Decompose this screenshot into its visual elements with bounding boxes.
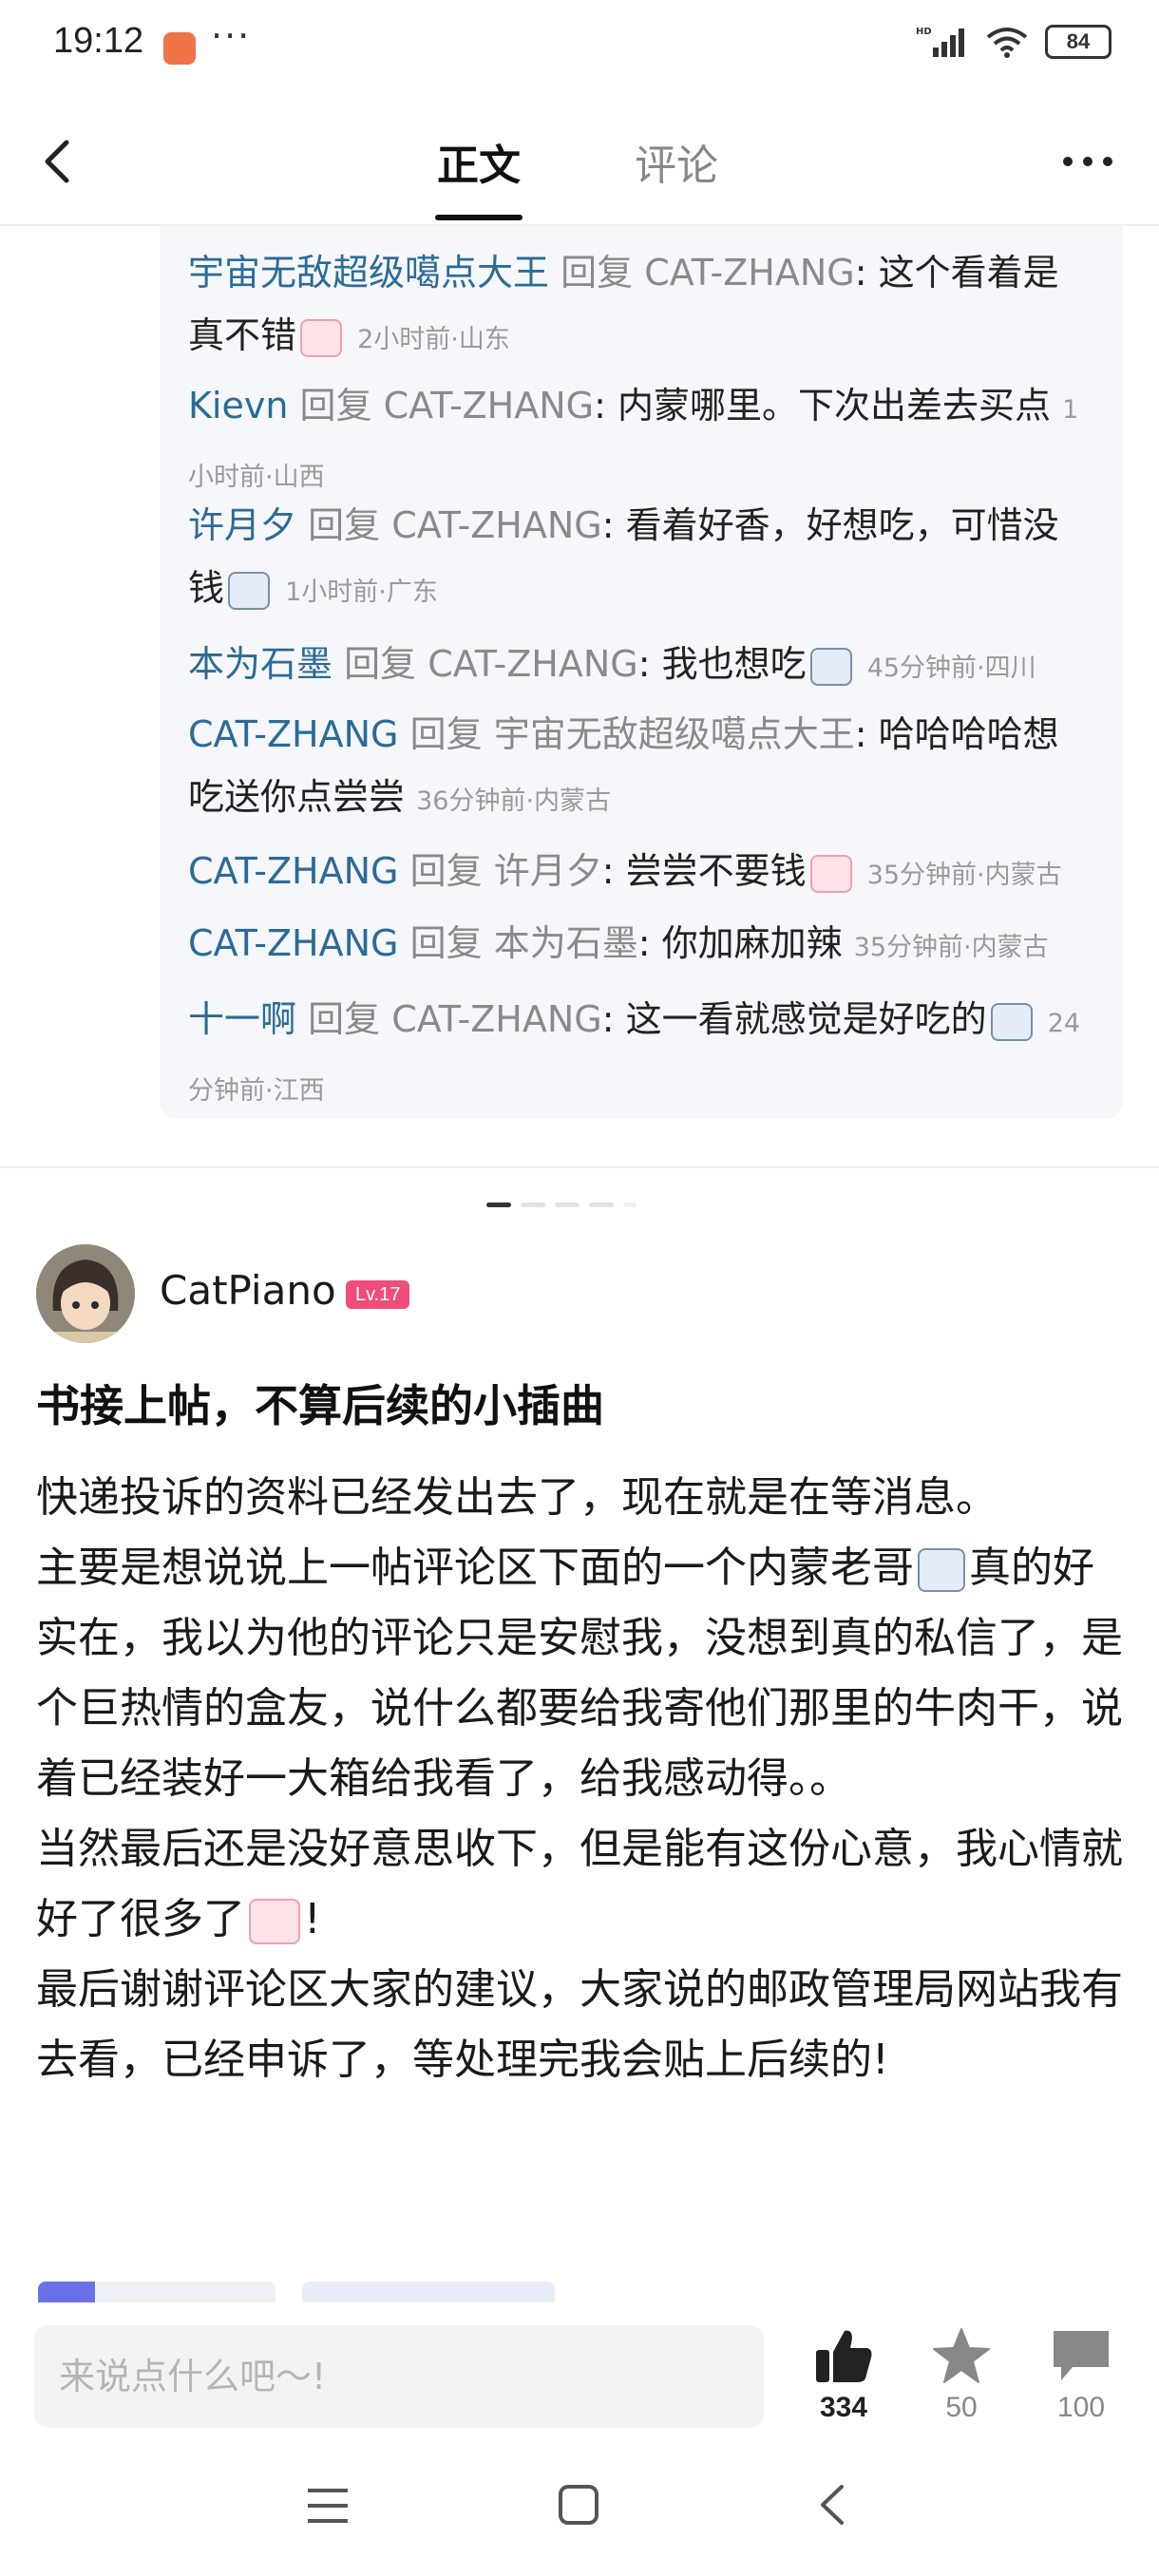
- reply-target[interactable]: 许月夕: [494, 850, 602, 892]
- reply-text: : 尝尝不要钱: [601, 850, 807, 892]
- reply-user[interactable]: CAT-ZHANG: [188, 850, 399, 892]
- reply-text: : 我也想吃: [637, 643, 807, 685]
- reply-item[interactable]: 十一啊 回复 CAT-ZHANG: 这一看就感觉是好吃的 24分钟前·江西: [188, 988, 1091, 1123]
- like-button[interactable]: 334: [796, 2325, 891, 2424]
- reply-word: 回复: [560, 252, 634, 294]
- home-icon[interactable]: [557, 2483, 600, 2527]
- svg-text:HD: HD: [916, 27, 932, 37]
- reply-target[interactable]: 宇宙无敌超级噶点大王: [494, 713, 855, 755]
- menu-icon[interactable]: [304, 2485, 352, 2527]
- reply-item[interactable]: 本为石墨 回复 CAT-ZHANG: 我也想吃 45分钟前·四川: [188, 633, 1091, 700]
- carousel-dot-active: [486, 1203, 511, 1207]
- reply-meta: 1小时前·广东: [285, 578, 438, 607]
- star-icon: [933, 2328, 990, 2383]
- reply-text: : 你加麻加辣: [637, 922, 843, 964]
- reply-target[interactable]: CAT-ZHANG: [384, 385, 595, 426]
- system-back-icon[interactable]: [813, 2481, 851, 2529]
- reply-meta: 35分钟前·内蒙古: [853, 933, 1049, 962]
- reply-item[interactable]: Kievn 回复 CAT-ZHANG: 内蒙哪里。下次出差去买点 1小时前·山西: [188, 374, 1091, 509]
- comment-input[interactable]: 来说点什么吧～!: [34, 2325, 764, 2428]
- app-notification-icon: [163, 32, 196, 65]
- like-count: 334: [819, 2392, 868, 2423]
- carousel-dot: [555, 1203, 580, 1207]
- reply-meta: 35分钟前·内蒙古: [866, 861, 1062, 890]
- section-divider: [0, 1166, 1159, 1168]
- reply-item[interactable]: CAT-ZHANG 回复 本为石墨: 你加麻加辣 35分钟前·内蒙古: [188, 912, 1091, 979]
- reply-target[interactable]: CAT-ZHANG: [428, 643, 638, 685]
- thumbs-up-icon: [816, 2330, 872, 2382]
- reply-user[interactable]: 宇宙无敌超级噶点大王: [188, 252, 549, 294]
- comment-count: 100: [1056, 2392, 1106, 2423]
- reply-target[interactable]: CAT-ZHANG: [391, 504, 602, 546]
- emoji-sticker-icon: [918, 1548, 965, 1592]
- tab-main-text[interactable]: 正文: [437, 131, 521, 192]
- post-title: 书接上帖，不算后续的小插曲: [36, 1380, 604, 1431]
- reply-item[interactable]: CAT-ZHANG 回复 许月夕: 尝尝不要钱 35分钟前·内蒙古: [188, 840, 1091, 907]
- reply-user[interactable]: CAT-ZHANG: [188, 922, 399, 964]
- reply-target[interactable]: 本为石墨: [494, 922, 638, 964]
- tab-active-indicator: [435, 215, 522, 220]
- reply-word: 回复: [409, 850, 483, 892]
- reply-target[interactable]: CAT-ZHANG: [391, 998, 602, 1040]
- signal-icon: HD: [916, 27, 964, 57]
- reply-word: 回复: [308, 504, 381, 546]
- tab-comments[interactable]: 评论: [635, 131, 718, 192]
- reply-meta: 36分钟前·内蒙古: [416, 786, 612, 816]
- post-paragraph: 快递投诉的资料已经发出去了，现在就是在等消息。: [36, 1473, 998, 1522]
- reply-item[interactable]: CAT-ZHANG 回复 宇宙无敌超级噶点大王: 哈哈哈哈想吃送你点尝尝 36分…: [188, 703, 1091, 833]
- favorite-count: 50: [945, 2392, 978, 2423]
- emoji-sticker-icon: [809, 647, 852, 686]
- post-paragraph: 当然最后还是没好意思收下，但是能有这份心意，我心情就好了很多了: [36, 1825, 1123, 1943]
- reply-user[interactable]: 十一啊: [188, 998, 296, 1040]
- reply-text: : 内蒙哪里。下次出差去买点: [594, 385, 1052, 426]
- reply-target[interactable]: CAT-ZHANG: [644, 252, 855, 294]
- reply-meta: 45分钟前·四川: [866, 653, 1036, 683]
- emoji-sticker-icon: [300, 318, 343, 357]
- carousel-dot: [623, 1203, 636, 1207]
- author-avatar[interactable]: [36, 1244, 135, 1343]
- battery-indicator: 84: [1045, 25, 1112, 59]
- emoji-sticker-icon: [228, 571, 271, 610]
- reply-item[interactable]: 许月夕 回复 CAT-ZHANG: 看着好香，好想吃，可惜没钱 1小时前·广东: [188, 494, 1091, 624]
- emoji-sticker-icon: [990, 1002, 1033, 1041]
- level-badge: Lv.17: [346, 1280, 410, 1309]
- author-name[interactable]: CatPiano: [160, 1267, 336, 1314]
- reply-word: 回复: [344, 643, 417, 685]
- reply-user[interactable]: 许月夕: [188, 504, 296, 546]
- post-paragraph: !: [304, 1895, 321, 1943]
- reply-meta: 2小时前·山东: [357, 325, 510, 354]
- avatar-illustration: [36, 1244, 135, 1343]
- reply-word: 回复: [409, 713, 483, 755]
- reply-user[interactable]: CAT-ZHANG: [188, 713, 399, 755]
- reply-word: 回复: [299, 385, 372, 426]
- comments-button[interactable]: 100: [1034, 2325, 1129, 2424]
- reply-item[interactable]: 宇宙无敌超级噶点大王 回复 CAT-ZHANG: 这个看着是真不错 2小时前·山…: [188, 241, 1091, 371]
- comment-bubble-icon: [1054, 2331, 1109, 2380]
- back-arrow-icon[interactable]: [32, 133, 89, 190]
- carousel-dot: [589, 1203, 614, 1207]
- favorite-button[interactable]: 50: [914, 2325, 1009, 2424]
- post-body: 快递投诉的资料已经发出去了，现在就是在等消息。 主要是想说说上一帖评论区下面的一…: [36, 1463, 1129, 2095]
- status-more-indicator: ···: [211, 15, 252, 57]
- carousel-dot: [521, 1203, 545, 1207]
- reply-user[interactable]: Kievn: [188, 385, 288, 426]
- post-paragraph: 主要是想说说上一帖评论区下面的一个内蒙老哥: [36, 1544, 914, 1592]
- status-time: 19:12: [53, 21, 144, 61]
- reply-word: 回复: [308, 998, 381, 1040]
- reply-word: 回复: [409, 922, 483, 964]
- reply-text: : 这一看就感觉是好吃的: [601, 998, 987, 1040]
- reply-user[interactable]: 本为石墨: [188, 643, 332, 685]
- wifi-icon: [986, 28, 1028, 58]
- status-right-group: HD 84: [916, 25, 1112, 59]
- carousel-indicator: [486, 1203, 636, 1207]
- emoji-sticker-icon: [809, 854, 852, 893]
- post-paragraph: 最后谢谢评论区大家的建议，大家说的邮政管理局网站我有去看，已经申诉了，等处理完我…: [36, 1965, 1123, 2084]
- more-options-icon[interactable]: [1054, 142, 1121, 180]
- emoji-sticker-icon: [249, 1899, 300, 1944]
